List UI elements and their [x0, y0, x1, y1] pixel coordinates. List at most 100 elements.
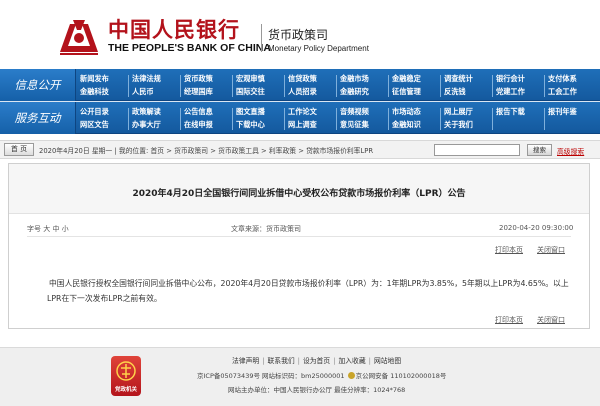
- nav-service-item[interactable]: [496, 118, 525, 131]
- search-input[interactable]: [434, 144, 520, 156]
- footer-organizer: 网站主办单位：中国人民银行办公厅 最佳分辨率：1024*768: [228, 386, 406, 394]
- footer-link-separator: |: [368, 357, 371, 365]
- nav-info-column: 宏观审慎 国际交往: [232, 72, 265, 100]
- footer-icp: 京ICP备05073439号 网站标识码：bm25000001 京公网安备 11…: [197, 370, 446, 380]
- nav-service-column: 公开目录 网区文告: [80, 105, 109, 133]
- badge-label: 党政机关: [114, 387, 137, 393]
- nav-info-column: 新闻发布 金融科技: [80, 72, 109, 100]
- bank-name-en: THE PEOPLE'S BANK OF CHINA: [108, 42, 271, 54]
- nav-divider: [232, 75, 233, 97]
- close-window-link-bottom[interactable]: 关闭窗口: [537, 315, 565, 325]
- article-body: 中国人民银行授权全国银行间同业拆借中心公布，2020年4月20日贷款市场报价利率…: [47, 276, 577, 306]
- nav-info-public: 信息公开 新闻发布 金融科技 法律法规 人民币 货币政策 经理国库 宏观审慎 国际交往 信贷政策…: [0, 69, 600, 101]
- nav-service-item[interactable]: 意见征集: [340, 118, 369, 131]
- nav-info-column: 支付体系 工会工作: [544, 72, 577, 100]
- nav-info-item[interactable]: 国际交往: [236, 85, 265, 98]
- bank-name-cn: 中国人民银行: [108, 17, 240, 42]
- font-size-selector[interactable]: 字号 大 中 小: [27, 224, 69, 234]
- footer-link[interactable]: 法律声明: [232, 357, 259, 365]
- nav-divider: [492, 75, 493, 97]
- footer-link[interactable]: 联系我们: [267, 357, 294, 365]
- nav-service-item[interactable]: 音频视频: [340, 105, 369, 118]
- nav-divider: [180, 108, 181, 130]
- nav-service-item[interactable]: 报告下载: [496, 105, 525, 118]
- home-button[interactable]: 首 页: [4, 143, 34, 156]
- nav-info-item[interactable]: 人民币: [132, 85, 161, 98]
- nav-service-grid: 公开目录 网区文告 政策解读 办事大厅 公告信息 在线申报 图文直播 下载中心 工作论文 网上调查…: [80, 105, 600, 133]
- nav-service-item[interactable]: 工作论文: [288, 105, 317, 118]
- footer-links: 法律声明 | 联系我们 | 设为首页 | 加入收藏 | 网站地图: [232, 355, 401, 365]
- nav-info-item[interactable]: 金融科技: [80, 85, 109, 98]
- nav-service-item[interactable]: 报刊年鉴: [548, 105, 577, 118]
- nav-service-item[interactable]: 在线申报: [184, 118, 213, 131]
- breadcrumb: 2020年4月20日 星期一 | 我的位置: 首页 > 货币政策司 > 货币政策…: [39, 145, 373, 155]
- nav-info-item[interactable]: 人员招录: [288, 85, 317, 98]
- nav-info-item[interactable]: 工会工作: [548, 85, 577, 98]
- nav-info-item[interactable]: 银行会计: [496, 72, 525, 85]
- nav-service-item[interactable]: 公开目录: [80, 105, 109, 118]
- print-page-link-bottom[interactable]: 打印本页: [495, 315, 523, 325]
- nav-service-item[interactable]: 网区文告: [80, 118, 109, 131]
- nav-service-item[interactable]: 公告信息: [184, 105, 213, 118]
- site-header: 中国人民银行 THE PEOPLE'S BANK OF CHINA 货币政策司 …: [0, 0, 600, 68]
- search-button[interactable]: 搜索: [527, 144, 552, 156]
- nav-info-item[interactable]: 反洗钱: [444, 85, 473, 98]
- nav-divider: [128, 75, 129, 97]
- nav-service-item[interactable]: 下载中心: [236, 118, 265, 131]
- police-record[interactable]: 京公网安备 110102000018号: [356, 372, 447, 380]
- print-page-link[interactable]: 打印本页: [495, 245, 523, 255]
- close-window-link[interactable]: 关闭窗口: [537, 245, 565, 255]
- footer-link[interactable]: 设为首页: [303, 357, 330, 365]
- nav-info-item[interactable]: 宏观审慎: [236, 72, 265, 85]
- nav-service-item[interactable]: 网上调查: [288, 118, 317, 131]
- party-government-badge[interactable]: 党政机关: [111, 356, 141, 396]
- department-name-cn: 货币政策司: [268, 28, 329, 42]
- nav-divider: [440, 108, 441, 130]
- nav-divider: [492, 108, 493, 130]
- breadcrumb-path[interactable]: | 我的位置: 首页 > 货币政策司 > 货币政策工具 > 利率政策 > 贷款市…: [114, 147, 373, 155]
- nav-info-column: 信贷政策 人员招录: [284, 72, 317, 100]
- nav-info-item[interactable]: 信贷政策: [288, 72, 317, 85]
- nav-info-item[interactable]: 货币政策: [184, 72, 213, 85]
- nav-info-item[interactable]: 经理国库: [184, 85, 213, 98]
- nav-divider: [284, 108, 285, 130]
- nav-info-item[interactable]: 党建工作: [496, 85, 525, 98]
- nav-label-info-public: 信息公开: [0, 69, 76, 101]
- article: 2020年4月20日全国银行间同业拆借中心受权公布贷款市场报价利率（LPR）公告…: [8, 163, 590, 329]
- nav-info-item[interactable]: 支付体系: [548, 72, 577, 85]
- nav-service-column: 音频视频 意见征集: [336, 105, 369, 133]
- nav-service-item[interactable]: 政策解读: [132, 105, 161, 118]
- nav-info-item[interactable]: 法律法规: [132, 72, 161, 85]
- article-title: 2020年4月20日全国银行间同业拆借中心受权公布贷款市场报价利率（LPR）公告: [132, 189, 466, 199]
- footer-link[interactable]: 网站地图: [374, 357, 401, 365]
- nav-service-column: 报告下载: [492, 105, 525, 133]
- police-badge-icon: [347, 372, 355, 379]
- nav-service-column: 政策解读 办事大厅: [128, 105, 161, 133]
- article-paragraph: 中国人民银行授权全国银行间同业拆借中心公布，2020年4月20日贷款市场报价利率…: [47, 279, 569, 303]
- nav-service-item[interactable]: 网上展厅: [444, 105, 473, 118]
- nav-divider: [336, 108, 337, 130]
- nav-info-item[interactable]: 金融市场: [340, 72, 369, 85]
- header-divider: [261, 24, 262, 52]
- footer-link[interactable]: 加入收藏: [338, 357, 365, 365]
- nav-info-item[interactable]: 金融稳定: [392, 72, 421, 85]
- article-source: 文章来源：货币政策司: [231, 225, 301, 233]
- nav-info-item[interactable]: 征信管理: [392, 85, 421, 98]
- footer-link-separator: |: [297, 357, 300, 365]
- nav-service-item[interactable]: 关于我们: [444, 118, 473, 131]
- nav-divider: [388, 108, 389, 130]
- search-bar: 首 页 2020年4月20日 星期一 | 我的位置: 首页 > 货币政策司 > …: [0, 140, 600, 159]
- advanced-search-link[interactable]: 高级搜索: [557, 146, 584, 156]
- nav-service-item[interactable]: 图文直播: [236, 105, 265, 118]
- department-name-en: Monetary Policy Department: [268, 44, 369, 53]
- nav-service-item[interactable]: [548, 118, 577, 131]
- nav-info-item[interactable]: 调查统计: [444, 72, 473, 85]
- nav-service-item[interactable]: 办事大厅: [132, 118, 161, 131]
- pboc-logo-icon[interactable]: [56, 16, 102, 56]
- nav-divider: [440, 75, 441, 97]
- nav-service-item[interactable]: 市场动态: [392, 105, 421, 118]
- nav-service-item[interactable]: 金融知识: [392, 118, 421, 131]
- nav-info-item[interactable]: 金融研究: [340, 85, 369, 98]
- nav-info-column: 银行会计 党建工作: [492, 72, 525, 100]
- nav-info-item[interactable]: 新闻发布: [80, 72, 109, 85]
